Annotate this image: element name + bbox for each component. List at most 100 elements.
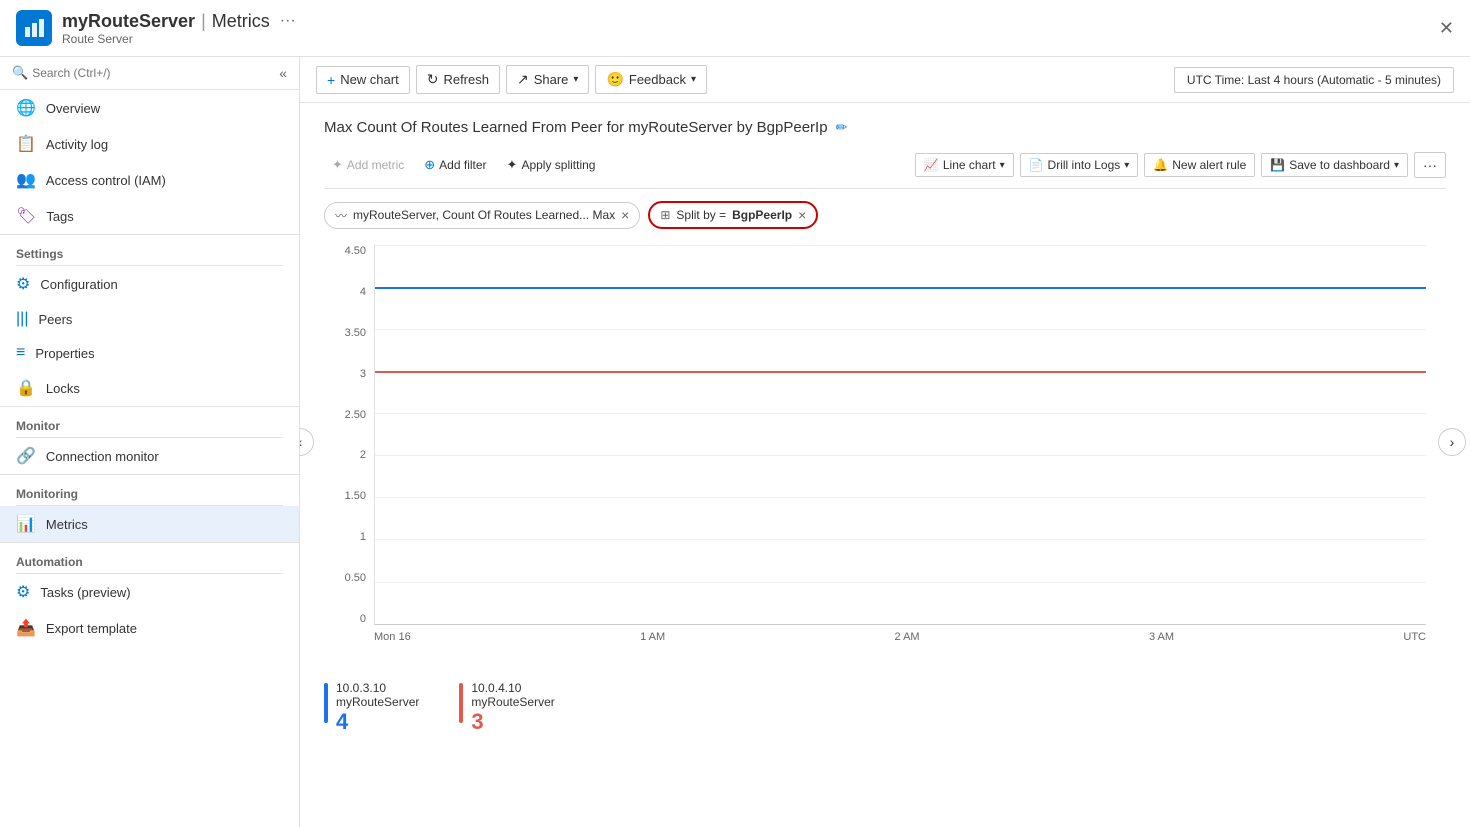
sidebar-item-access-control[interactable]: 👥 Access control (IAM) bbox=[0, 162, 299, 198]
peers-icon: ||| bbox=[16, 310, 28, 328]
legend-value-blue: 4 bbox=[336, 709, 419, 735]
activity-log-icon: 📋 bbox=[16, 134, 36, 154]
legend-ip-blue: 10.0.3.10 bbox=[336, 681, 419, 695]
feedback-dropdown-icon: ▾ bbox=[691, 74, 696, 85]
add-metric-label: Add metric bbox=[347, 158, 404, 172]
sidebar-item-locks[interactable]: 🔒 Locks bbox=[0, 370, 299, 406]
search-icon: 🔍 bbox=[12, 65, 28, 81]
close-button[interactable]: ✕ bbox=[1439, 18, 1454, 39]
sidebar-label-activity-log: Activity log bbox=[46, 137, 108, 152]
chart-line-red bbox=[375, 371, 1426, 373]
line-chart-dropdown-icon: ▾ bbox=[1000, 160, 1005, 171]
x-label-utc: UTC bbox=[1403, 631, 1426, 643]
metric-pill-close[interactable]: × bbox=[621, 207, 629, 223]
sidebar-label-metrics: Metrics bbox=[46, 517, 88, 532]
nav-arrow-right[interactable]: › bbox=[1438, 428, 1466, 456]
drill-logs-label: Drill into Logs bbox=[1048, 158, 1121, 172]
add-metric-button[interactable]: ✦ Add metric bbox=[324, 153, 412, 177]
share-button[interactable]: ↗ Share ▾ bbox=[506, 65, 589, 94]
section-header-monitoring: Monitoring bbox=[0, 474, 299, 505]
sidebar-collapse-btn[interactable]: « bbox=[279, 65, 287, 81]
sidebar: 🔍 « 🌐 Overview 📋 Activity log 👥 Access c… bbox=[0, 57, 300, 827]
grid-line-5 bbox=[375, 413, 1426, 414]
legend-value-red: 3 bbox=[471, 709, 554, 735]
sidebar-item-overview[interactable]: 🌐 Overview bbox=[0, 90, 299, 126]
new-alert-rule-button[interactable]: 🔔 New alert rule bbox=[1144, 153, 1255, 177]
header-ellipsis[interactable]: ··· bbox=[280, 12, 296, 30]
add-metric-icon: ✦ bbox=[332, 157, 343, 173]
new-chart-button[interactable]: + New chart bbox=[316, 66, 410, 94]
chart-title-edit-icon[interactable]: ✏ bbox=[836, 119, 848, 136]
metric-pills-row: 〰 myRouteServer, Count Of Routes Learned… bbox=[324, 201, 1446, 229]
sidebar-item-connection-monitor[interactable]: 🔗 Connection monitor bbox=[0, 438, 299, 474]
split-pill-prefix: Split by = bbox=[676, 208, 726, 222]
drill-into-logs-button[interactable]: 📄 Drill into Logs ▾ bbox=[1020, 153, 1139, 177]
legend-item-red: 10.0.4.10 myRouteServer 3 bbox=[459, 681, 554, 735]
tasks-icon: ⚙ bbox=[16, 582, 30, 602]
legend-server-red: myRouteServer bbox=[471, 695, 554, 709]
sidebar-search-input[interactable] bbox=[32, 66, 275, 80]
sidebar-label-configuration: Configuration bbox=[40, 277, 117, 292]
sidebar-label-tags: Tags bbox=[46, 209, 73, 224]
save-dashboard-label: Save to dashboard bbox=[1289, 158, 1390, 172]
sidebar-item-tags[interactable]: 🏷 Tags bbox=[0, 198, 299, 234]
y-label-3: 3 bbox=[360, 368, 366, 380]
chart-line-blue bbox=[375, 287, 1426, 289]
sidebar-item-metrics[interactable]: 📊 Metrics bbox=[0, 506, 299, 542]
y-label-4: 4 bbox=[360, 286, 366, 298]
alert-rule-label: New alert rule bbox=[1172, 158, 1246, 172]
refresh-button[interactable]: ↻ Refresh bbox=[416, 65, 500, 94]
properties-icon: ≡ bbox=[16, 344, 25, 362]
tags-icon: 🏷 bbox=[16, 206, 36, 226]
share-label: Share bbox=[534, 72, 569, 87]
sidebar-label-access-control: Access control (IAM) bbox=[46, 173, 166, 188]
time-range-button[interactable]: UTC Time: Last 4 hours (Automatic - 5 mi… bbox=[1174, 67, 1454, 93]
y-label-0: 0 bbox=[360, 613, 366, 625]
grid-line-3 bbox=[375, 329, 1426, 330]
legend-color-blue bbox=[324, 683, 328, 723]
x-label-3am: 3 AM bbox=[1149, 631, 1174, 643]
split-pill-close[interactable]: × bbox=[798, 207, 806, 223]
sidebar-item-export-template[interactable]: 📤 Export template bbox=[0, 610, 299, 646]
resource-name: myRouteServer bbox=[62, 11, 195, 32]
sidebar-item-properties[interactable]: ≡ Properties bbox=[0, 336, 299, 370]
save-dashboard-dropdown-icon: ▾ bbox=[1394, 160, 1399, 171]
configuration-icon: ⚙ bbox=[16, 274, 30, 294]
save-dashboard-icon: 💾 bbox=[1270, 158, 1285, 172]
sidebar-item-peers[interactable]: ||| Peers bbox=[0, 302, 299, 336]
drill-logs-dropdown-icon: ▾ bbox=[1124, 160, 1129, 171]
grid-line-8 bbox=[375, 539, 1426, 540]
section-header-settings: Settings bbox=[0, 234, 299, 265]
grid-line-9 bbox=[375, 582, 1426, 583]
x-label-1am: 1 AM bbox=[640, 631, 665, 643]
sidebar-label-export-template: Export template bbox=[46, 621, 137, 636]
chart-plot bbox=[374, 245, 1426, 625]
content-area: ‹ › + New chart ↻ Refresh ↗ Share ▾ bbox=[300, 57, 1470, 827]
add-filter-button[interactable]: ⊕ Add filter bbox=[416, 153, 494, 177]
feedback-label: Feedback bbox=[629, 72, 686, 87]
save-to-dashboard-button[interactable]: 💾 Save to dashboard ▾ bbox=[1261, 153, 1408, 177]
metric-pill: 〰 myRouteServer, Count Of Routes Learned… bbox=[324, 202, 640, 229]
metric-pill-text: myRouteServer, Count Of Routes Learned..… bbox=[353, 208, 615, 222]
sidebar-item-configuration[interactable]: ⚙ Configuration bbox=[0, 266, 299, 302]
page-title: Metrics bbox=[212, 11, 270, 32]
title-separator: | bbox=[201, 11, 206, 32]
y-label-1: 1 bbox=[360, 531, 366, 543]
line-chart-button[interactable]: 📈 Line chart ▾ bbox=[915, 153, 1014, 177]
more-options-button[interactable]: ··· bbox=[1414, 152, 1446, 178]
apply-splitting-button[interactable]: ✦ Apply splitting bbox=[499, 153, 604, 177]
header: myRouteServer | Metrics ··· Route Server… bbox=[0, 0, 1470, 57]
plus-icon: + bbox=[327, 72, 335, 88]
metric-wave-icon: 〰 bbox=[335, 207, 347, 224]
y-axis: 4.50 4 3.50 3 2.50 2 1.50 1 0.50 0 bbox=[324, 245, 374, 625]
feedback-button[interactable]: 🙂 Feedback ▾ bbox=[595, 65, 707, 94]
sidebar-label-locks: Locks bbox=[46, 381, 80, 396]
sidebar-item-activity-log[interactable]: 📋 Activity log bbox=[0, 126, 299, 162]
sidebar-item-tasks-preview[interactable]: ⚙ Tasks (preview) bbox=[0, 574, 299, 610]
sidebar-label-peers: Peers bbox=[38, 312, 72, 327]
legend-server-blue: myRouteServer bbox=[336, 695, 419, 709]
iam-icon: 👥 bbox=[16, 170, 36, 190]
refresh-icon: ↻ bbox=[427, 71, 439, 88]
connection-monitor-icon: 🔗 bbox=[16, 446, 36, 466]
grid-line-6 bbox=[375, 455, 1426, 456]
